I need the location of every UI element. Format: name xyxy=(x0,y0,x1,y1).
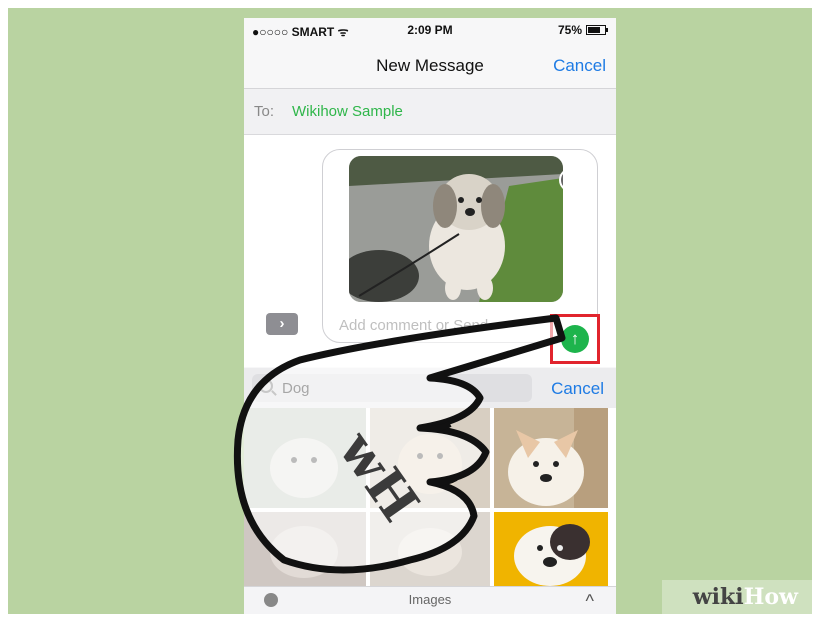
image-result[interactable] xyxy=(244,512,366,586)
phone-screen: ●○○○○ SMART ᯤ 2:09 PM 75% New Message Ca… xyxy=(244,18,616,614)
battery-percent: 75% xyxy=(557,23,582,37)
dog-image-icon xyxy=(244,512,366,586)
image-result[interactable] xyxy=(370,408,490,508)
dog-photo-attachment[interactable]: ✕ xyxy=(349,156,563,302)
battery-status: 75% xyxy=(557,23,608,37)
search-input[interactable]: Dog xyxy=(252,374,532,402)
watermark-wiki: wiki xyxy=(692,584,744,610)
dog-image-icon xyxy=(494,408,608,508)
message-area: › Add comment or Send ↑ xyxy=(244,135,616,367)
watermark-text: wikiHow xyxy=(693,584,798,610)
expand-apps-button[interactable]: › xyxy=(266,313,298,335)
dog-image-icon xyxy=(370,408,490,508)
search-cancel-button[interactable]: Cancel xyxy=(551,379,604,399)
dog-image-icon xyxy=(370,512,490,586)
bottom-bar-label: Images xyxy=(408,592,452,607)
to-field[interactable]: To: Wikihow Sample xyxy=(244,89,616,135)
search-query[interactable]: Dog xyxy=(282,380,310,397)
dog-photo-icon xyxy=(349,156,563,302)
image-result[interactable] xyxy=(494,408,608,508)
dog-image-icon xyxy=(494,512,608,586)
bottom-bar: Images ^ xyxy=(244,586,616,614)
status-bar: ●○○○○ SMART ᯤ 2:09 PM 75% xyxy=(244,18,616,42)
dog-image-icon xyxy=(244,408,366,508)
recipient-name[interactable]: Wikihow Sample xyxy=(292,103,403,120)
chevron-up-icon[interactable]: ^ xyxy=(586,591,594,612)
image-search-bar: Dog Cancel xyxy=(244,368,616,408)
image-result[interactable] xyxy=(494,512,608,586)
image-result[interactable] xyxy=(244,408,366,508)
to-label: To: xyxy=(254,103,275,120)
image-result[interactable] xyxy=(370,512,490,586)
search-icon xyxy=(259,379,273,393)
send-arrow-icon[interactable]: ↑ xyxy=(561,325,589,353)
cancel-button[interactable]: Cancel xyxy=(553,56,606,76)
battery-icon xyxy=(586,25,608,35)
send-highlight-box: ↑ xyxy=(550,314,600,364)
wikihow-watermark: wikiHow xyxy=(662,580,812,614)
watermark-how: How xyxy=(743,584,798,610)
comment-input[interactable] xyxy=(337,316,521,335)
image-results-grid xyxy=(244,408,616,586)
navigation-bar: New Message Cancel xyxy=(244,42,616,89)
